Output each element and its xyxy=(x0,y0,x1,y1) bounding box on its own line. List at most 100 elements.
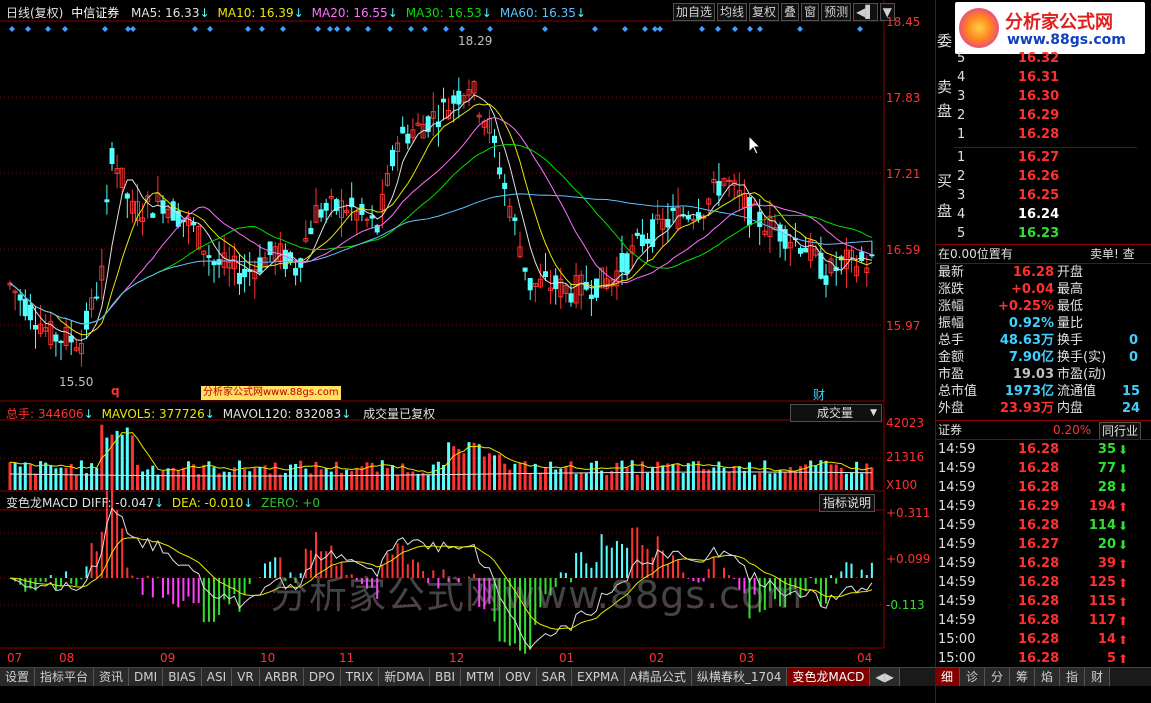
logo-title: 分析家公式网 xyxy=(1005,12,1113,33)
add-watchlist-button[interactable]: 加自选 xyxy=(673,3,716,21)
buy-level: 2 xyxy=(957,169,966,184)
sell-single-link[interactable]: 卖单! 查 xyxy=(1090,245,1135,263)
adjust-button[interactable]: 复权 xyxy=(749,3,780,21)
macd-tick: +0.099 xyxy=(886,552,931,566)
indicator-tab[interactable]: DPO xyxy=(303,668,341,686)
macd-bar xyxy=(182,578,185,601)
indicator-tab[interactable]: ARBR xyxy=(259,668,304,686)
candle-body xyxy=(308,228,314,235)
indicator-tab[interactable]: SAR xyxy=(536,668,572,686)
volume-bar xyxy=(370,462,374,490)
indicator-tab[interactable]: MTM xyxy=(461,668,501,686)
volume-bar xyxy=(23,462,27,490)
volume-bar xyxy=(151,465,155,490)
chevron-down-icon: ▼ xyxy=(870,408,877,418)
indicator-tab[interactable]: TRIX xyxy=(340,668,380,686)
volume-bar xyxy=(436,461,440,490)
quote-tab[interactable]: 筹 xyxy=(1010,668,1035,686)
volume-bar xyxy=(584,473,588,490)
volume-bar xyxy=(865,463,869,490)
candle-body xyxy=(527,278,533,291)
indicator-tab[interactable]: EXPMA xyxy=(572,668,625,686)
quote-tab[interactable]: 焰 xyxy=(1035,668,1060,686)
signal-diamond xyxy=(9,26,15,32)
volume-bar xyxy=(350,471,354,490)
volume-bar xyxy=(498,454,502,490)
quote-tab[interactable]: 分 xyxy=(985,668,1010,686)
candle-body xyxy=(665,218,671,228)
indicator-tab[interactable]: 设置 xyxy=(0,668,36,686)
ticker-name: 证券 xyxy=(938,423,963,437)
volume-bar xyxy=(141,471,145,490)
candle-body xyxy=(568,293,574,303)
volume-bar xyxy=(166,468,170,490)
indicator-tab[interactable]: BBI xyxy=(430,668,462,686)
indicator-tab[interactable]: 变色龙MACD xyxy=(787,668,871,686)
indicator-tab[interactable]: OBV xyxy=(500,668,537,686)
candle-body xyxy=(777,224,783,242)
candle-body xyxy=(588,294,594,300)
indicator-tab[interactable]: A精品公式 xyxy=(624,668,692,686)
volume-bar xyxy=(487,453,491,490)
month-label: 07 xyxy=(7,651,23,665)
signal-diamond xyxy=(542,26,548,32)
window-button[interactable]: 窗 xyxy=(801,3,820,21)
volume-bar xyxy=(620,460,624,490)
forecast-button[interactable]: 预测 xyxy=(821,3,852,21)
indicator-tab[interactable]: 纵横春秋_1704 xyxy=(691,668,788,686)
same-industry-button[interactable]: 同行业 xyxy=(1099,422,1142,440)
down-arrow-icon: ↓ xyxy=(204,407,215,421)
signal-diamond xyxy=(857,26,863,32)
period-label[interactable]: 日线(复权) xyxy=(6,6,63,20)
indicator-tab[interactable]: VR xyxy=(232,668,260,686)
down-arrow-icon: ↓ xyxy=(293,6,304,20)
price-tick: 17.83 xyxy=(886,91,921,105)
sell-price: 16.29 xyxy=(1018,108,1060,123)
volume-bar xyxy=(533,463,537,490)
buy-price: 16.23 xyxy=(1018,226,1060,241)
indicator-tab[interactable]: ASI xyxy=(201,668,233,686)
buy-level: 5 xyxy=(957,226,966,241)
down-arrow-icon: ↓ xyxy=(83,407,94,421)
signal-diamond xyxy=(422,26,428,32)
tick-volume: 20 xyxy=(1097,537,1116,552)
volume-bar xyxy=(243,468,247,490)
finance-marker[interactable]: 财 xyxy=(813,386,825,403)
candle-body xyxy=(639,234,645,247)
volume-bar xyxy=(176,470,180,490)
volume-bar xyxy=(549,461,553,490)
expand-icon[interactable]: ◀▌ xyxy=(853,3,878,21)
ma-button[interactable]: 均线 xyxy=(717,3,748,21)
indicator-tab[interactable]: BIAS xyxy=(163,668,202,686)
volume-ma-line xyxy=(9,431,873,474)
quote-tab-bar: 细诊分筹焰指财 xyxy=(935,667,1151,686)
quote-tab[interactable]: 细 xyxy=(935,668,960,686)
macd-bar xyxy=(809,577,812,578)
indicator-help-button[interactable]: 指标说明 xyxy=(819,494,876,512)
indicator-tab[interactable]: 资讯 xyxy=(94,668,130,686)
stat-key: 市盈(动) xyxy=(1057,367,1107,382)
quote-tab[interactable]: 指 xyxy=(1060,668,1085,686)
indicator-tab[interactable]: 指标平台 xyxy=(35,668,95,686)
signal-diamond xyxy=(365,26,371,32)
quote-tab[interactable]: 财 xyxy=(1085,668,1110,686)
indicator-tab[interactable]: DMI xyxy=(129,668,164,686)
ma-line xyxy=(9,144,873,325)
candle-body xyxy=(645,238,650,244)
volume-bar xyxy=(120,434,124,490)
volume-bar xyxy=(95,467,99,490)
up-arrow-icon: ⬆ xyxy=(1118,500,1129,514)
indicator-tab[interactable]: 新DMA xyxy=(379,668,431,686)
stat-value: +0.04 xyxy=(1011,282,1054,297)
mavol5: MAVOL5: 377726 xyxy=(101,407,205,421)
overlay-button[interactable]: 叠 xyxy=(781,3,800,21)
tab-scroll-arrows-icon[interactable]: ◀▶ xyxy=(870,668,900,686)
volume-bar xyxy=(324,468,328,490)
up-arrow-icon: ⬆ xyxy=(1118,633,1129,647)
volume-bar xyxy=(579,472,583,490)
ma-label: MA5: 16.33 xyxy=(131,6,200,20)
volume-indicator-select[interactable]: 成交量 ▼ xyxy=(790,404,882,422)
volume-bar xyxy=(834,464,838,490)
quote-tab[interactable]: 诊 xyxy=(960,668,985,686)
down-arrow-icon: ⬇ xyxy=(1118,481,1129,495)
